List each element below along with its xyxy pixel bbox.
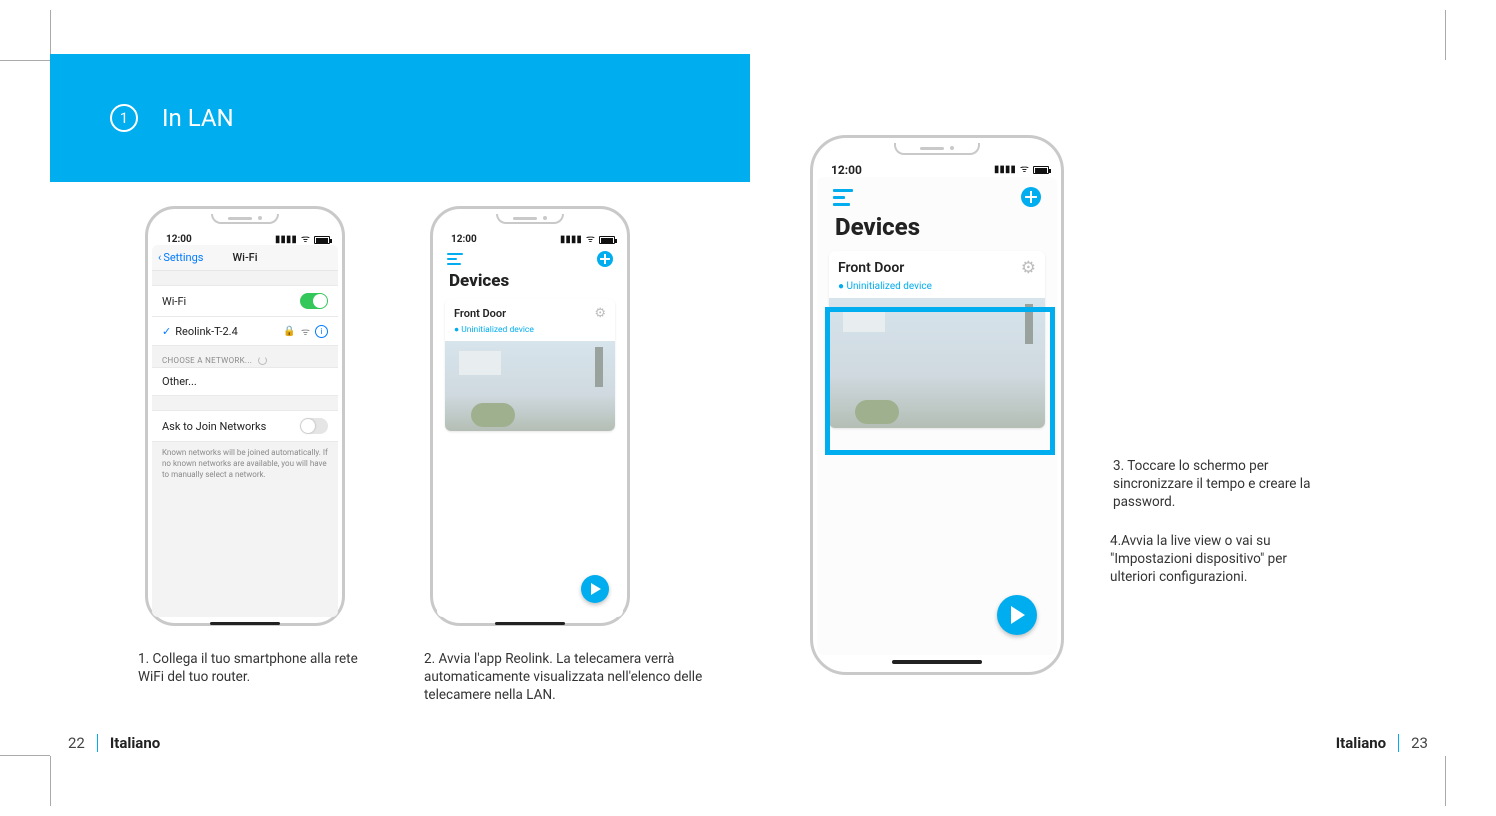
gear-icon[interactable]: ⚙ <box>1021 258 1036 278</box>
wifi-label: Wi-Fi <box>162 295 186 308</box>
play-button[interactable] <box>997 595 1037 635</box>
other-label: Other... <box>162 375 197 388</box>
phone-notch <box>211 214 279 224</box>
caption-step-2: 2. Avvia l'app Reolink. La telecamera ve… <box>424 650 724 705</box>
gear-icon[interactable]: ⚙ <box>594 306 606 321</box>
device-status: Uninitialized device <box>829 281 1045 298</box>
camera-thumbnail[interactable] <box>829 298 1045 428</box>
phone-notch <box>496 214 564 224</box>
home-indicator <box>495 622 565 625</box>
status-time: 12:00 <box>166 234 192 245</box>
ask-join-row[interactable]: Ask to Join Networks <box>152 410 338 442</box>
status-bar: 12:00 ▮▮▮▮ ᯤ <box>152 234 338 245</box>
choose-network-header: CHOOSE A NETWORK... <box>152 346 338 367</box>
caption-step-3: 3. Toccare lo schermo per sincronizzare … <box>1113 457 1323 512</box>
page-number: 23 <box>1411 734 1428 752</box>
footer-left: 22 Italiano <box>68 734 160 752</box>
ask-join-note: Known networks will be joined automatica… <box>152 442 338 486</box>
device-status: Uninitialized device <box>445 324 615 341</box>
page-number: 22 <box>68 734 85 752</box>
device-name: Front Door <box>454 307 506 320</box>
wifi-icon: ᯤ <box>301 235 310 245</box>
spinner-icon <box>258 356 267 365</box>
section-title: In LAN <box>162 104 234 132</box>
add-device-button[interactable] <box>1021 187 1041 207</box>
footer-lang: Italiano <box>1336 734 1386 752</box>
check-icon: ✓ <box>162 325 171 338</box>
status-time: 12:00 <box>831 163 862 177</box>
network-name: Reolink-T-2.4 <box>175 325 238 338</box>
footer-right: Italiano 23 <box>1336 734 1428 752</box>
connected-network-row[interactable]: ✓ Reolink-T-2.4 🔒 ᯤ i <box>152 317 338 346</box>
status-time: 12:00 <box>451 234 477 245</box>
info-icon[interactable]: i <box>315 325 328 338</box>
phone-reolink-app-large: 12:00 ▮▮▮▮ ᯤ Devices Front Door ⚙ Uninit… <box>810 135 1064 675</box>
back-button[interactable]: ‹Settings <box>158 251 203 264</box>
phone-reolink-app-small: 12:00 ▮▮▮▮ ᯤ Devices Front Door ⚙ Uninit… <box>430 206 630 626</box>
phone-notch <box>894 143 980 155</box>
status-bar: 12:00 ▮▮▮▮ ᯤ <box>817 163 1057 177</box>
wifi-icon: ᯤ <box>301 324 310 338</box>
home-indicator <box>210 622 280 625</box>
crop-mark <box>0 60 50 61</box>
footer-separator <box>1398 734 1399 752</box>
home-indicator <box>892 660 982 664</box>
screen-title: Devices <box>817 209 1057 251</box>
caption-step-4: 4.Avvia la live view o vai su "Impostazi… <box>1110 532 1330 587</box>
other-network-row[interactable]: Other... <box>152 367 338 396</box>
signal-icon: ▮▮▮▮ <box>560 235 582 245</box>
menu-icon[interactable] <box>833 189 853 206</box>
wifi-icon: ᯤ <box>1020 165 1029 175</box>
signal-icon: ▮▮▮▮ <box>994 165 1016 175</box>
ask-join-toggle[interactable] <box>300 418 328 434</box>
battery-icon <box>1033 166 1049 174</box>
battery-icon <box>314 236 330 244</box>
device-card[interactable]: Front Door ⚙ Uninitialized device <box>445 299 615 431</box>
wifi-toggle-row[interactable]: Wi-Fi <box>152 285 338 317</box>
device-card[interactable]: Front Door ⚙ Uninitialized device <box>829 251 1045 428</box>
camera-thumbnail[interactable] <box>445 341 615 431</box>
battery-icon <box>599 236 615 244</box>
caption-step-1: 1. Collega il tuo smartphone alla rete W… <box>138 650 362 686</box>
crop-mark <box>50 10 51 60</box>
nav-bar: ‹Settings Wi-Fi <box>152 245 338 271</box>
footer-separator <box>97 734 98 752</box>
footer-lang: Italiano <box>110 734 160 752</box>
crop-mark <box>50 756 51 806</box>
crop-mark <box>1445 10 1446 60</box>
play-button[interactable] <box>581 575 609 603</box>
signal-icon: ▮▮▮▮ <box>275 235 297 245</box>
section-header: 1 In LAN <box>50 54 750 182</box>
status-bar: 12:00 ▮▮▮▮ ᯤ <box>437 234 623 245</box>
menu-icon[interactable] <box>447 253 463 265</box>
step-number-badge: 1 <box>110 104 138 132</box>
crop-mark <box>0 755 50 756</box>
screen-title: Devices <box>437 267 623 299</box>
chevron-left-icon: ‹ <box>158 251 161 264</box>
device-name: Front Door <box>838 260 904 276</box>
phone-wifi-settings: 12:00 ▮▮▮▮ ᯤ ‹Settings Wi-Fi Wi-Fi ✓ Reol… <box>145 206 345 626</box>
wifi-toggle-switch[interactable] <box>300 293 328 309</box>
ask-join-label: Ask to Join Networks <box>162 420 266 433</box>
add-device-button[interactable] <box>597 251 613 267</box>
lock-icon: 🔒 <box>283 326 295 337</box>
page-spread: 1 In LAN 12:00 ▮▮▮▮ ᯤ ‹Settings Wi-Fi Wi… <box>50 60 1446 756</box>
wifi-icon: ᯤ <box>586 235 595 245</box>
crop-mark <box>1445 756 1446 806</box>
nav-title: Wi-Fi <box>232 251 257 264</box>
